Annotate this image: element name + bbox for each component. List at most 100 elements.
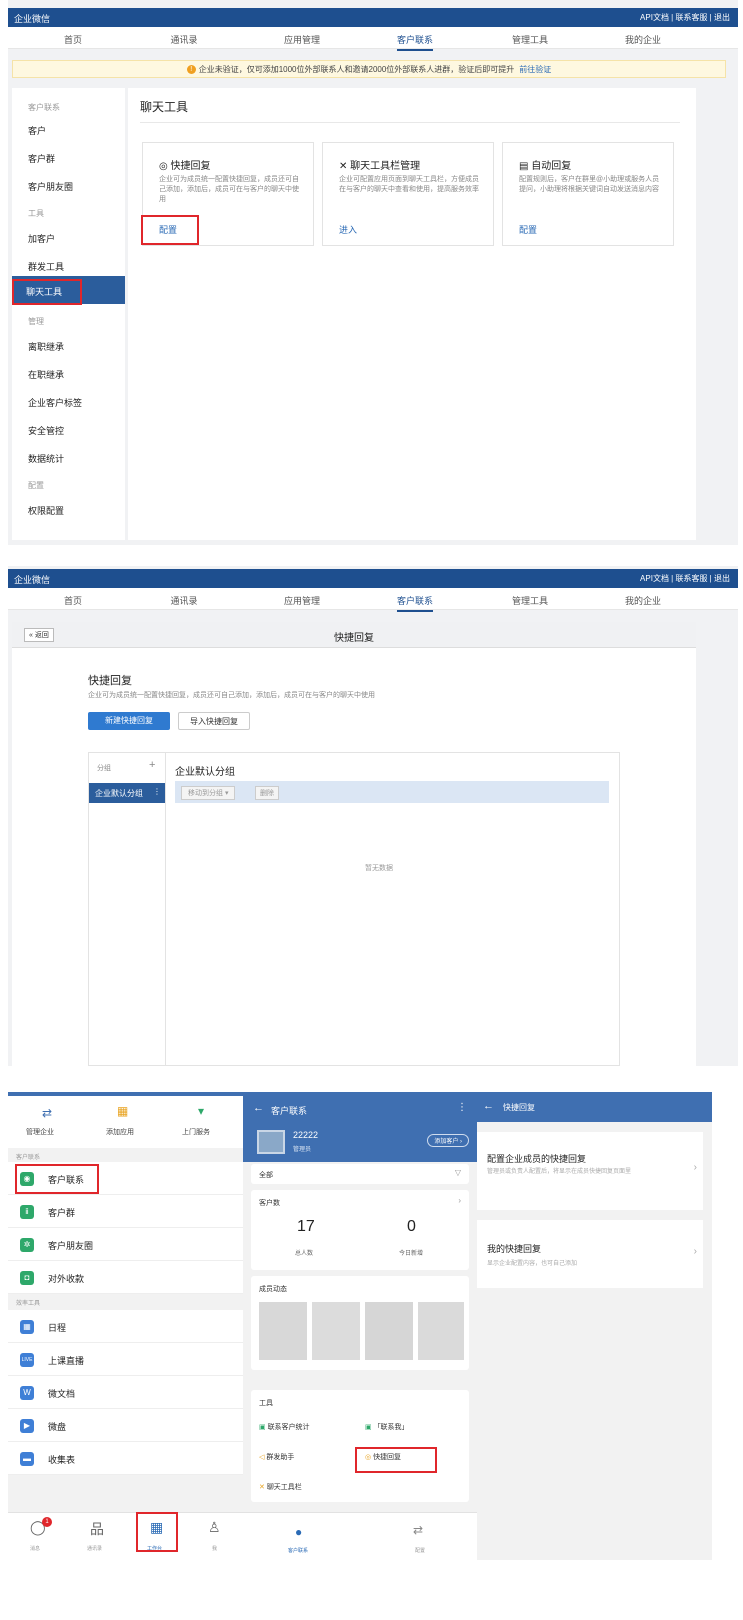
back-arrow-icon[interactable]: ← <box>253 1102 264 1114</box>
configure-link[interactable]: 配置 <box>519 223 537 236</box>
item-label: 收集表 <box>48 1455 76 1465</box>
mobile-quick-reply: ← 快捷回复 配置企业成员的快捷回复 管理员或负责人配置后，将显示在成员快捷回复… <box>477 1092 712 1560</box>
highlight-box <box>136 1512 178 1552</box>
card-title: 客户数 <box>259 1200 280 1207</box>
chart-icon: ▣ <box>259 1424 268 1431</box>
item-drive[interactable]: ▶ 微盘 <box>8 1409 243 1442</box>
item-doc[interactable]: W 微文档 <box>8 1376 243 1409</box>
item-label: 日程 <box>48 1323 67 1333</box>
tool-contact-me[interactable]: ▣ 「联系我」 <box>365 1422 409 1432</box>
sidebar-item-tags[interactable]: 企业客户标签 <box>28 396 82 409</box>
nav-contacts[interactable]: 通讯录 <box>170 33 197 46</box>
shortcut-door-service[interactable]: 上门服务 <box>182 1127 210 1137</box>
item-title: 我的快捷回复 <box>487 1244 542 1254</box>
nav-enterprise[interactable]: 我的企业 <box>625 594 661 607</box>
sidebar-item-resign[interactable]: 离职继承 <box>28 340 64 353</box>
screen-title: 客户联系 <box>271 1106 308 1116</box>
org-banner: 22222 管理员 添加客户 › <box>243 1126 477 1162</box>
tool-customer-stats[interactable]: ▣ 联系客户统计 <box>259 1422 310 1432</box>
bottom-tabbar: ● 客户联系 ⇄ 配置 <box>243 1512 477 1560</box>
dynamic-thumbnail[interactable] <box>259 1302 307 1360</box>
sidebar-item-group[interactable]: 客户群 <box>28 152 55 165</box>
card-toolbar-manage: ✕ 聊天工具栏管理 企业可配置应用页面到聊天工具栏，方便成员在与客户的聊天中查看… <box>322 142 494 246</box>
nav-tools[interactable]: 管理工具 <box>512 594 548 607</box>
mobile-titlebar: ← 快捷回复 <box>477 1092 712 1122</box>
filter-icon[interactable]: ▽ <box>455 1168 461 1177</box>
add-customer-button[interactable]: 添加客户 › <box>427 1134 469 1147</box>
more-icon[interactable]: ⋮ <box>457 1102 467 1113</box>
chat-bubble-icon: ◎ <box>159 161 171 172</box>
sidebar-item-permission[interactable]: 权限配置 <box>28 504 64 517</box>
shortcut-add-app[interactable]: 添加应用 <box>106 1127 134 1137</box>
config-member-quick-reply[interactable]: 配置企业成员的快捷回复 管理员或负责人配置后，将显示在成员快捷回复页面里 › <box>477 1132 703 1210</box>
enter-link[interactable]: 进入 <box>339 223 357 236</box>
customer-count-card[interactable]: 客户数 › 17 总人数 0 今日新增 <box>251 1190 469 1270</box>
nav-home[interactable]: 首页 <box>64 594 82 607</box>
person-icon[interactable]: ♙ <box>208 1519 221 1536</box>
group-item-label: 企业默认分组 <box>95 789 143 798</box>
nav-home[interactable]: 首页 <box>64 33 82 46</box>
tool-mass-send[interactable]: ◁ 群发助手 <box>259 1452 294 1462</box>
main-nav: 首页 通讯录 应用管理 客户联系 管理工具 我的企业 <box>8 27 738 51</box>
item-customer-group[interactable]: ⅱ 客户群 <box>8 1195 243 1228</box>
total-count: 17 <box>297 1218 315 1235</box>
tab-messages[interactable]: 消息 <box>30 1545 40 1552</box>
tool-chat-toolbar[interactable]: ✕ 聊天工具栏 <box>259 1482 302 1492</box>
header-links[interactable]: API文档 | 联系客服 | 退出 <box>640 12 730 23</box>
back-arrow-icon[interactable]: ← <box>483 1100 494 1112</box>
item-label: 客户群 <box>48 1208 76 1218</box>
verify-banner: ! 企业未验证，仅可添加1000位外部联系人和邀请2000位外部联系人进群，验证后… <box>12 60 726 78</box>
sidebar-item-mass-send[interactable]: 群发工具 <box>28 260 64 273</box>
dynamic-thumbnail[interactable] <box>365 1302 413 1360</box>
tab-contacts[interactable]: 通讯录 <box>87 1545 102 1552</box>
mobile-titlebar: ← 客户联系 ⋮ <box>243 1092 477 1126</box>
sidebar-item-security[interactable]: 安全管控 <box>28 424 64 437</box>
add-group-icon[interactable]: + <box>149 759 155 771</box>
tab-customer-contact[interactable]: 客户联系 <box>288 1547 308 1554</box>
chat-icon[interactable]: ● <box>295 1525 302 1539</box>
nav-apps[interactable]: 应用管理 <box>284 33 320 46</box>
card-desc: 企业可为成员统一配置快捷回复，成员还可自己添加，添加后，成员可在与客户的聊天中使… <box>159 176 299 203</box>
item-calendar[interactable]: ▦ 日程 <box>8 1310 243 1343</box>
header-links[interactable]: API文档 | 联系客服 | 退出 <box>640 573 730 584</box>
more-icon[interactable]: ⋮ <box>153 787 161 796</box>
live-icon: LIVE <box>20 1353 34 1367</box>
tab-config[interactable]: 配置 <box>415 1547 425 1554</box>
sidebar-item-add-customer[interactable]: 加客户 <box>28 232 55 245</box>
filter-bar[interactable]: 全部 ▽ <box>251 1164 469 1184</box>
tie-icon[interactable]: ▾ <box>198 1104 204 1118</box>
item-form[interactable]: ▬ 收集表 <box>8 1442 243 1475</box>
nav-tools[interactable]: 管理工具 <box>512 33 548 46</box>
item-live[interactable]: LIVE 上课直播 <box>8 1343 243 1376</box>
nav-enterprise[interactable]: 我的企业 <box>625 33 661 46</box>
org-avatar <box>257 1130 285 1154</box>
delete-button[interactable]: 删除 <box>255 786 279 800</box>
member-dynamics-card[interactable]: 成员动态 <box>251 1276 469 1370</box>
nav-contacts[interactable]: 通讯录 <box>170 594 197 607</box>
group-item-default[interactable]: 企业默认分组 ⋮ <box>89 783 165 803</box>
settings-icon[interactable]: ⇄ <box>413 1523 423 1537</box>
nav-apps[interactable]: 应用管理 <box>284 594 320 607</box>
sidebar-item-customer[interactable]: 客户 <box>28 124 46 137</box>
tools-card: 工具 ▣ 联系客户统计 ▣ 「联系我」 ◁ 群发助手 ◎ 快捷回复 ✕ 聊天工具… <box>251 1390 469 1502</box>
sidebar-item-moments[interactable]: 客户朋友圈 <box>28 180 73 193</box>
dynamic-thumbnail[interactable] <box>312 1302 360 1360</box>
import-quick-reply-button[interactable]: 导入快捷回复 <box>178 712 250 730</box>
item-payment[interactable]: ◘ 对外收款 <box>8 1261 243 1294</box>
nav-customer[interactable]: 客户联系 <box>396 594 434 612</box>
nav-customer[interactable]: 客户联系 <box>396 33 434 51</box>
org-chart-icon[interactable]: 品 <box>90 1519 104 1539</box>
my-quick-reply[interactable]: 我的快捷回复 显示企业配置内容，也可自己添加 › <box>477 1220 703 1288</box>
add-app-icon[interactable]: ▦ <box>117 1104 128 1118</box>
item-customer-moments[interactable]: ✲ 客户朋友圈 <box>8 1228 243 1261</box>
tab-me[interactable]: 我 <box>212 1545 217 1552</box>
manage-icon[interactable]: ⇄ <box>42 1106 52 1120</box>
move-to-group-button[interactable]: 移动到分组 ▾ <box>181 786 236 800</box>
shortcut-manage[interactable]: 管理企业 <box>26 1127 54 1137</box>
sidebar-item-transfer[interactable]: 在职继承 <box>28 368 64 381</box>
dynamic-thumbnail[interactable] <box>418 1302 464 1360</box>
total-label: 总人数 <box>295 1251 314 1257</box>
new-quick-reply-button[interactable]: 新建快捷回复 <box>88 712 170 730</box>
verify-link[interactable]: 前往验证 <box>519 65 551 74</box>
sidebar-item-stats[interactable]: 数据统计 <box>28 452 64 465</box>
